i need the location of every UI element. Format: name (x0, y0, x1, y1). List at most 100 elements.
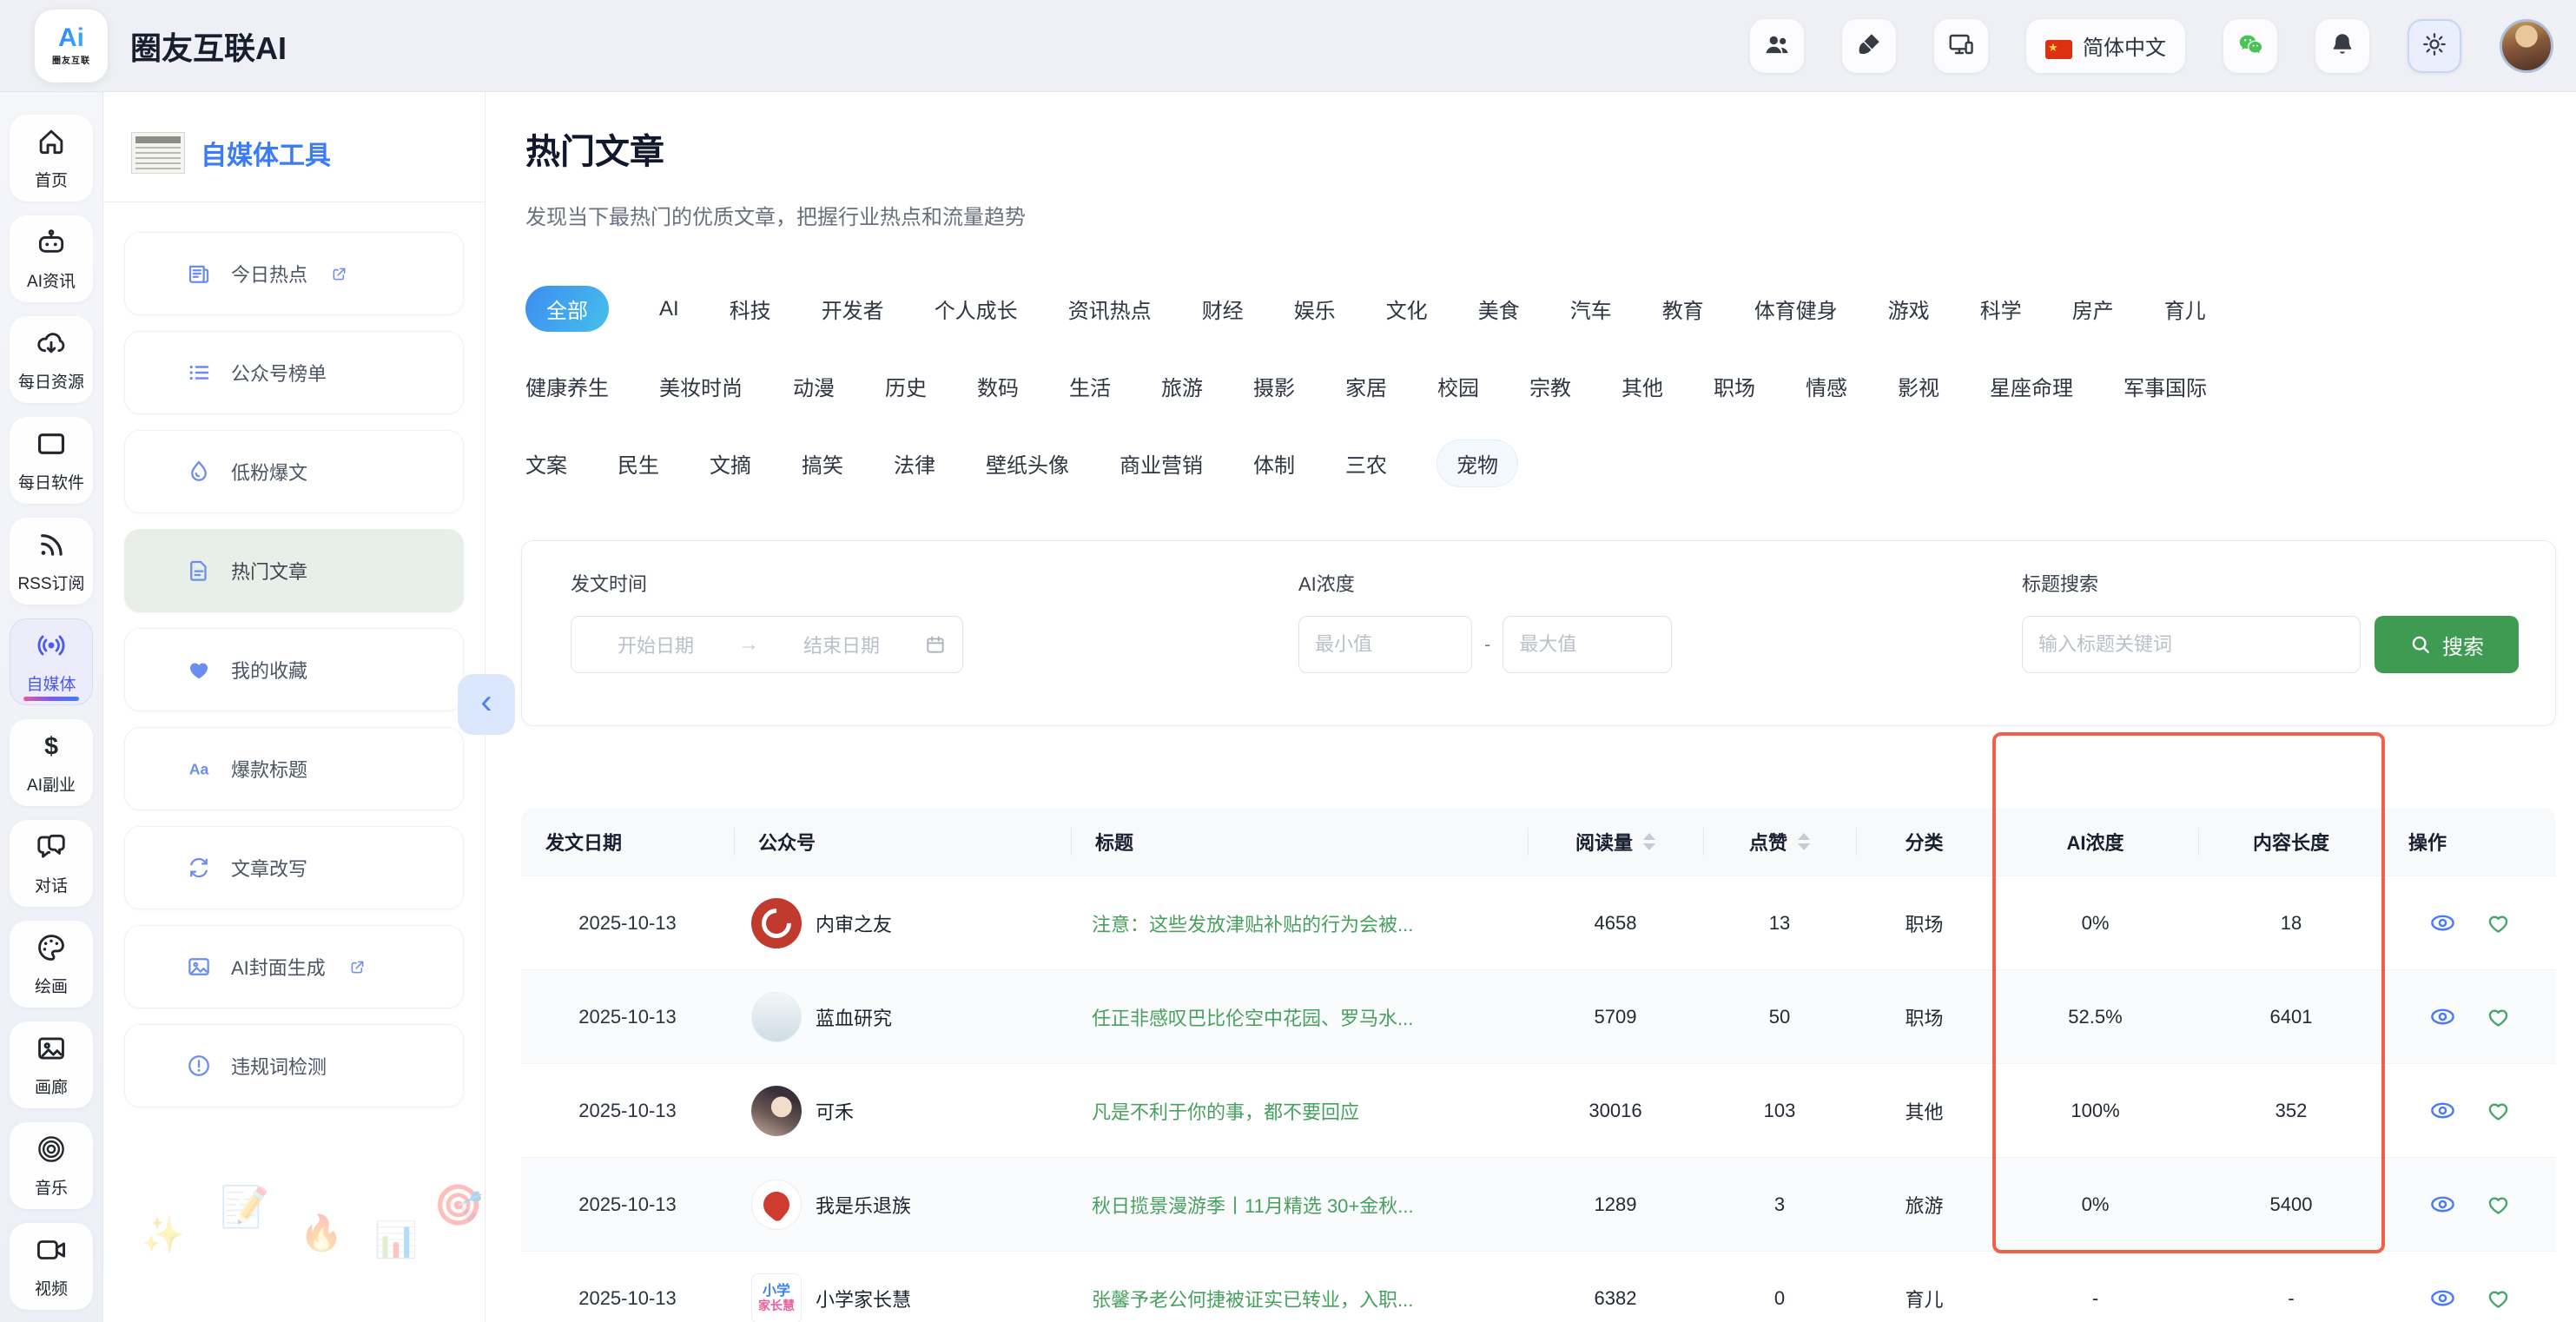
members-button[interactable] (1750, 19, 1804, 73)
category-tag[interactable]: 房产 (2072, 286, 2114, 332)
sidebar-item-account-ranking[interactable]: 公众号榜单 (124, 331, 464, 414)
category-tag[interactable]: 资讯热点 (1068, 286, 1152, 332)
category-tag[interactable]: 三农 (1345, 440, 1387, 486)
category-tag[interactable]: 健康养生 (525, 363, 609, 409)
category-tag[interactable]: 动漫 (793, 363, 835, 409)
article-title-link[interactable]: 秋日揽景漫游季丨11月精选 30+金秋... (1071, 1191, 1528, 1219)
category-tag[interactable]: 职场 (1714, 363, 1755, 409)
sidebar-item-hot-articles[interactable]: 热门文章 (124, 529, 464, 612)
sort-control[interactable] (1798, 833, 1810, 850)
category-tag[interactable]: 情感 (1806, 363, 1847, 409)
ai-min-input[interactable] (1298, 616, 1472, 673)
date-end-placeholder[interactable]: 结束日期 (773, 631, 910, 658)
sidebar-collapse-button[interactable]: ‹ (458, 674, 515, 735)
sort-ascending-icon[interactable] (1798, 833, 1810, 840)
category-tag[interactable]: 影视 (1898, 363, 1939, 409)
view-button[interactable] (2428, 1096, 2457, 1125)
category-tag[interactable]: 美妆时尚 (659, 363, 743, 409)
category-tag[interactable]: 文化 (1386, 286, 1428, 332)
article-title-link[interactable]: 张馨予老公何捷被证实已转业，入职... (1071, 1285, 1528, 1312)
rail-item-home[interactable]: 首页 (10, 115, 93, 202)
sidebar-item-low-fan-articles[interactable]: 低粉爆文 (124, 430, 464, 513)
category-tag[interactable]: 开发者 (822, 286, 884, 332)
category-tag[interactable]: 教育 (1662, 286, 1704, 332)
category-tag[interactable]: 宗教 (1529, 363, 1571, 409)
category-tag[interactable]: 娱乐 (1294, 286, 1336, 332)
category-tag[interactable]: 军事国际 (2124, 363, 2207, 409)
favorite-button[interactable] (2485, 1097, 2512, 1124)
article-title-link[interactable]: 任正非感叹巴比伦空中花园、罗马水... (1071, 1003, 1528, 1031)
rail-item-painting[interactable]: 绘画 (10, 921, 93, 1008)
sidebar-item-forbidden-words[interactable]: 违规词检测 (124, 1024, 464, 1107)
category-tag[interactable]: 生活 (1069, 363, 1111, 409)
rail-item-rss-subscribe[interactable]: RSS订阅 (10, 518, 93, 605)
category-tag[interactable]: 科学 (1980, 286, 2022, 332)
language-button[interactable]: ★简体中文 (2026, 19, 2185, 73)
category-tag[interactable]: 游戏 (1888, 286, 1930, 332)
view-button[interactable] (2428, 1002, 2457, 1031)
category-tag[interactable]: 全部 (525, 286, 609, 332)
sidebar-item-today-hot[interactable]: 今日热点 (124, 232, 464, 315)
category-tag[interactable]: 文案 (525, 440, 567, 486)
rail-item-video[interactable]: 视频 (10, 1223, 93, 1310)
category-tag[interactable]: 体育健身 (1754, 286, 1838, 332)
category-tag[interactable]: 个人成长 (935, 286, 1018, 332)
category-tag[interactable]: 壁纸头像 (986, 440, 1069, 486)
rail-item-music[interactable]: 音乐 (10, 1122, 93, 1209)
favorite-button[interactable] (2485, 1285, 2512, 1312)
ai-max-input[interactable] (1503, 616, 1672, 673)
article-title-link[interactable]: 注意：这些发放津贴补贴的行为会被... (1071, 909, 1528, 937)
wechat-button[interactable] (2223, 19, 2277, 73)
rail-item-self-media[interactable]: 自媒体 (10, 618, 93, 705)
sidebar-item-article-rewrite[interactable]: 文章改写 (124, 826, 464, 909)
category-tag[interactable]: 汽车 (1570, 286, 1612, 332)
category-tag[interactable]: 摄影 (1253, 363, 1295, 409)
category-tag[interactable]: 法律 (894, 440, 935, 486)
sort-ascending-icon[interactable] (1643, 833, 1655, 840)
app-logo[interactable]: Ai 圈友互联 (35, 10, 108, 83)
category-tag[interactable]: 校园 (1437, 363, 1479, 409)
sidebar-item-ai-cover[interactable]: AI封面生成 (124, 925, 464, 1008)
category-tag[interactable]: AI (659, 289, 679, 329)
rail-item-ai-news[interactable]: AI资讯 (10, 215, 93, 302)
category-tag[interactable]: 数码 (977, 363, 1019, 409)
category-tag[interactable]: 星座命理 (1990, 363, 2073, 409)
category-tag[interactable]: 家居 (1345, 363, 1387, 409)
category-tag[interactable]: 商业营销 (1120, 440, 1203, 486)
title-search-input[interactable] (2022, 616, 2361, 673)
notifications-button[interactable] (2315, 19, 2369, 73)
favorite-button[interactable] (2485, 1191, 2512, 1218)
category-tag[interactable]: 体制 (1253, 440, 1295, 486)
category-tag[interactable]: 美食 (1478, 286, 1520, 332)
sort-descending-icon[interactable] (1798, 843, 1810, 850)
category-tag[interactable]: 宠物 (1437, 440, 1517, 486)
category-tag[interactable]: 财经 (1202, 286, 1244, 332)
category-tag[interactable]: 民生 (618, 440, 659, 486)
user-avatar[interactable] (2500, 19, 2553, 73)
rail-item-daily-software[interactable]: 每日软件 (10, 417, 93, 504)
search-button[interactable]: 搜索 (2375, 616, 2519, 673)
rail-item-ai-sideline[interactable]: $AI副业 (10, 719, 93, 806)
date-start-placeholder[interactable]: 开始日期 (587, 631, 724, 658)
date-range-input[interactable]: 开始日期 → 结束日期 (571, 616, 963, 673)
favorite-button[interactable] (2485, 1003, 2512, 1030)
category-tag[interactable]: 育儿 (2164, 286, 2206, 332)
rail-item-gallery[interactable]: 画廊 (10, 1021, 93, 1108)
view-button[interactable] (2428, 1284, 2457, 1312)
category-tag[interactable]: 历史 (885, 363, 927, 409)
article-title-link[interactable]: 凡是不利于你的事，都不要回应 (1071, 1097, 1528, 1125)
category-tag[interactable]: 其他 (1622, 363, 1663, 409)
category-tag[interactable]: 科技 (730, 286, 771, 332)
favorite-button[interactable] (2485, 909, 2512, 936)
category-tag[interactable]: 文摘 (710, 440, 751, 486)
view-button[interactable] (2428, 909, 2457, 937)
devices-button[interactable] (1934, 19, 1988, 73)
theme-button[interactable] (2408, 19, 2461, 73)
sort-descending-icon[interactable] (1643, 843, 1655, 850)
sort-control[interactable] (1643, 833, 1655, 850)
rail-item-chat[interactable]: 对话 (10, 820, 93, 907)
category-tag[interactable]: 旅游 (1161, 363, 1203, 409)
rail-item-daily-resources[interactable]: 每日资源 (10, 316, 93, 403)
sidebar-item-hot-titles[interactable]: Aa爆款标题 (124, 727, 464, 810)
view-button[interactable] (2428, 1190, 2457, 1219)
